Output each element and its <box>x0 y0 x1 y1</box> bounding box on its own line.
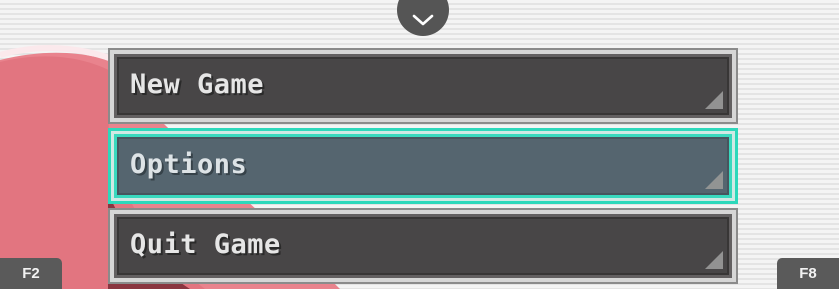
options-label: Options <box>130 149 248 180</box>
main-menu: New Game Options Quit Game <box>108 48 738 288</box>
chevron-down-icon <box>412 14 434 26</box>
quit-game-button[interactable]: Quit Game <box>108 208 738 284</box>
quit-game-button-panel: Quit Game <box>114 214 732 278</box>
corner-triangle-icon <box>705 91 723 109</box>
corner-triangle-icon <box>705 171 723 189</box>
f8-key-button[interactable]: F8 <box>777 258 839 289</box>
f2-key-button[interactable]: F2 <box>0 258 62 289</box>
new-game-label: New Game <box>130 69 265 100</box>
options-button[interactable]: Options <box>108 128 738 204</box>
options-button-panel: Options <box>114 134 732 198</box>
new-game-button[interactable]: New Game <box>108 48 738 124</box>
new-game-button-panel: New Game <box>114 54 732 118</box>
corner-triangle-icon <box>705 251 723 269</box>
quit-game-label: Quit Game <box>130 229 281 260</box>
